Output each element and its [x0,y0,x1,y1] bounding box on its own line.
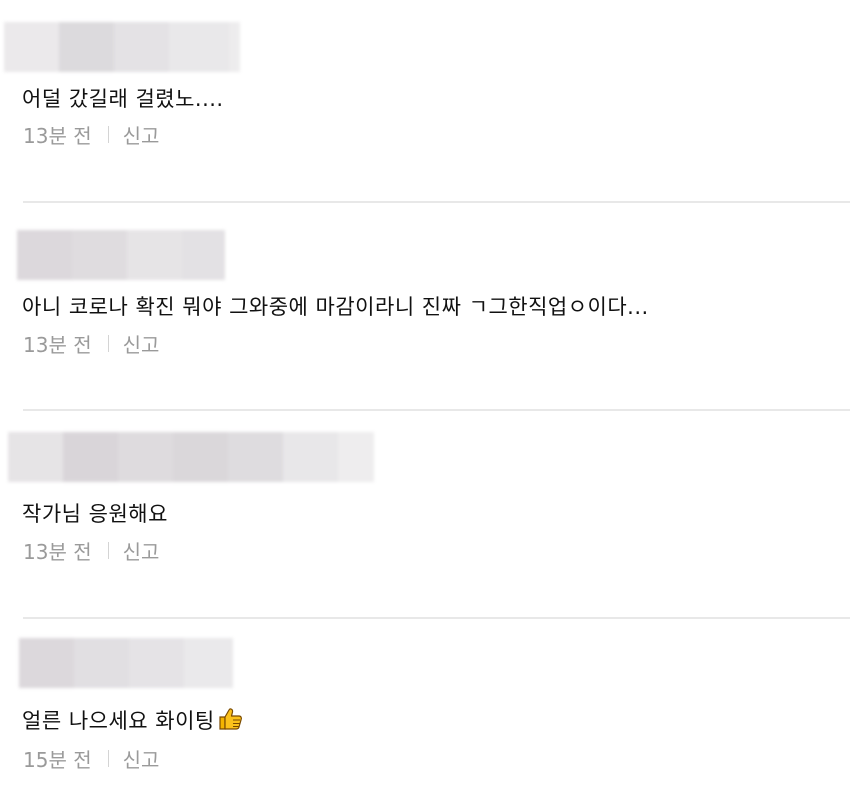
comment-item: 작가님 응원해요 13분 전 신고 [0,418,850,618]
report-button[interactable]: 신고 [123,120,160,149]
meta-separator [107,750,109,767]
comment-meta: 13분 전 신고 [23,329,159,358]
meta-separator [107,335,109,352]
comment-time: 13분 전 [23,333,92,357]
comment-item: 아니 코로나 확진 뭐야 그와중에 마감이라니 진짜 ㄱ그한직업ㅇ이다... 1… [0,210,850,410]
comment-text: 작가님 응원해요 [22,502,168,526]
comment-text: 얼른 나으세요 화이팅 [22,705,243,735]
blurred-username [8,432,374,482]
comment-item: 얼른 나으세요 화이팅 15분 전 신고 [0,626,850,786]
comment-divider [23,201,850,203]
comment-text-content: 얼른 나으세요 화이팅 [22,709,215,733]
report-button[interactable]: 신고 [123,744,160,773]
comment-meta: 13분 전 신고 [23,536,159,565]
thumbs-up-icon [217,707,243,731]
comment-item: 어덜 갔길래 걸렸노.... 13분 전 신고 [0,0,850,200]
comment-meta: 15분 전 신고 [23,744,159,773]
comment-divider [23,409,850,411]
comment-text: 어덜 갔길래 걸렸노.... [22,87,224,111]
comment-time: 13분 전 [23,124,92,148]
comment-meta: 13분 전 신고 [23,120,159,149]
blurred-username [19,638,233,688]
blurred-username [17,230,225,280]
comment-time: 15분 전 [23,748,92,772]
comment-time: 13분 전 [23,540,92,564]
report-button[interactable]: 신고 [123,536,160,565]
meta-separator [107,126,109,143]
report-button[interactable]: 신고 [123,329,160,358]
comment-text: 아니 코로나 확진 뭐야 그와중에 마감이라니 진짜 ㄱ그한직업ㅇ이다... [22,295,649,319]
comment-divider [23,617,850,619]
blurred-username [4,22,240,72]
meta-separator [107,542,109,559]
